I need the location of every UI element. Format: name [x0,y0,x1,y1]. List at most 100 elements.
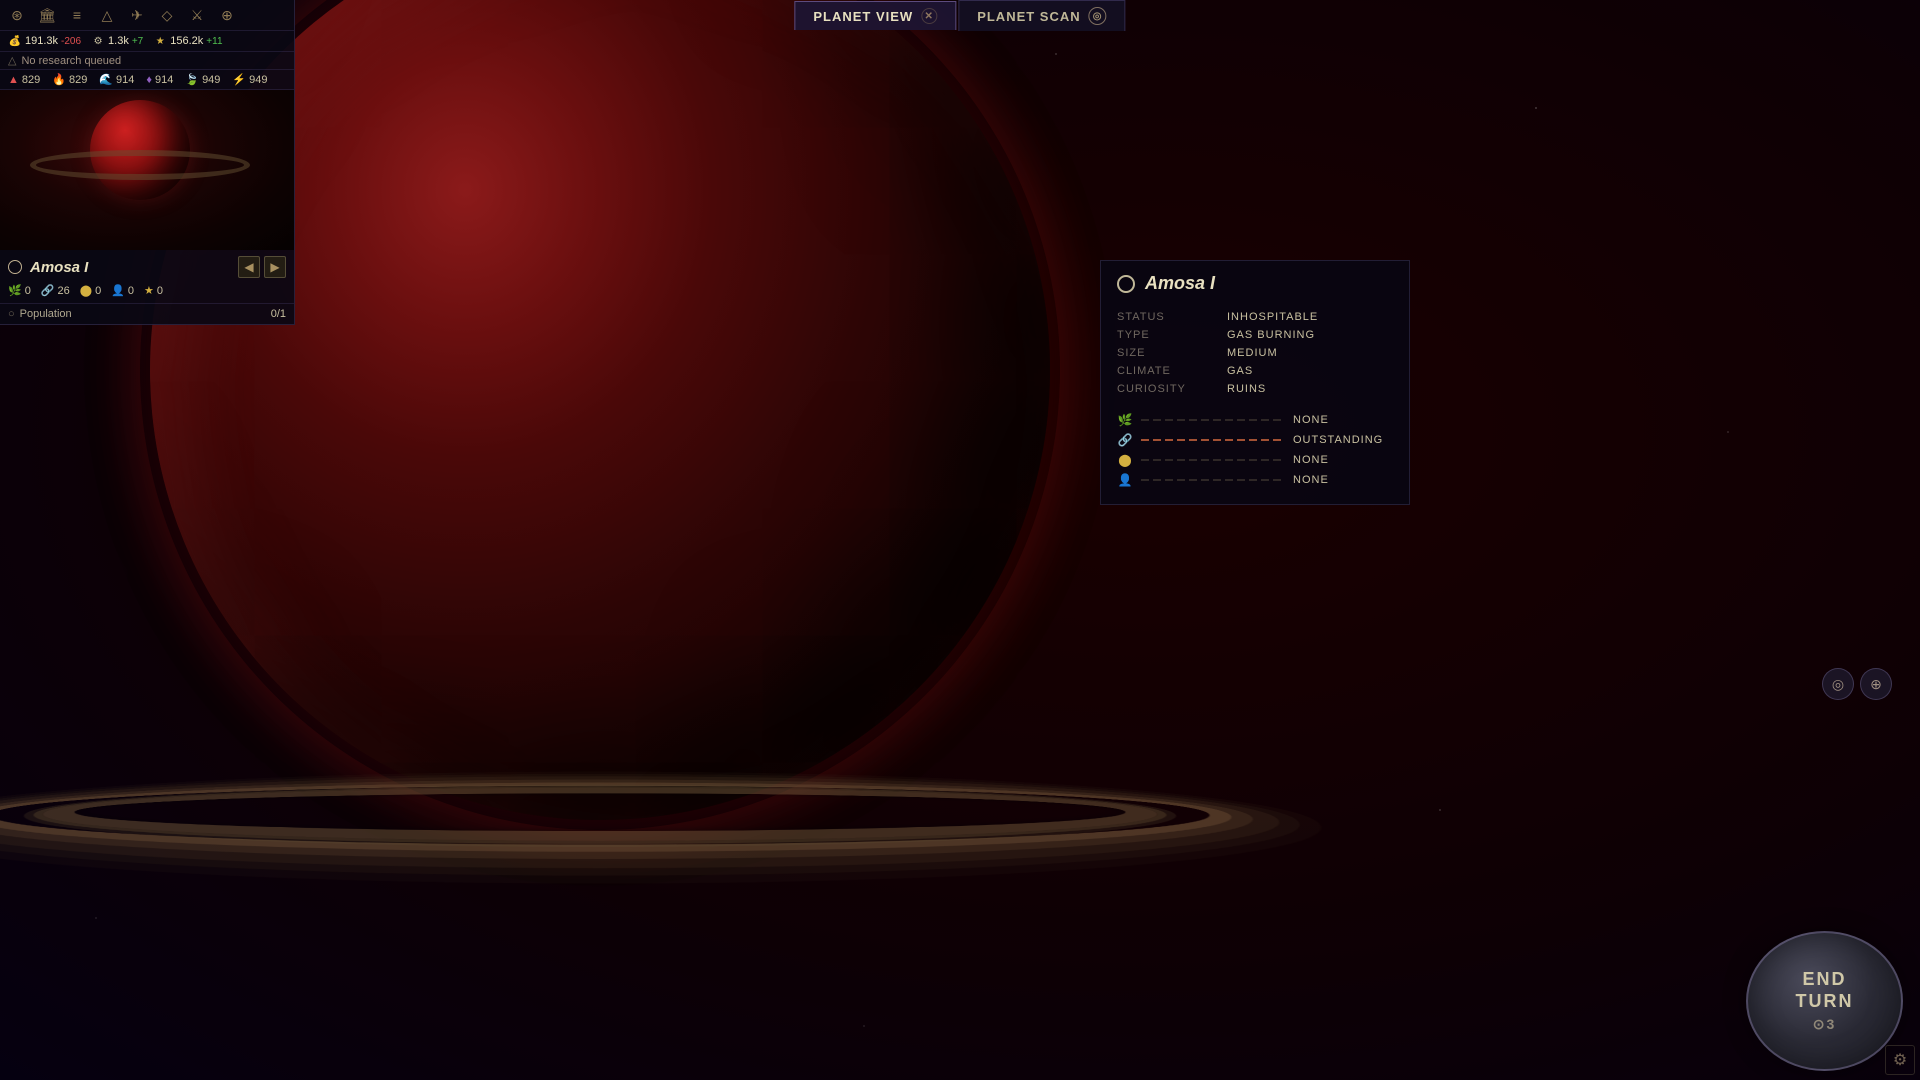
res-pop-dashes [1141,479,1285,481]
toolbar-icon-victory[interactable]: ◇ [156,4,178,26]
pstat-industry2: 🔗 26 [41,284,70,297]
stat-manpower: ▲ 829 [8,74,40,86]
credits-delta: -206 [61,36,81,47]
planet-name-row: Amosa I ◀ ▶ [8,256,286,278]
food-value: 829 [69,74,87,86]
manpower-icon: ▲ [8,74,19,86]
stat-water: 🌊 914 [99,73,134,86]
stat-food: 🔥 829 [52,73,87,86]
planet-nav-buttons: ◀ ▶ [238,256,286,278]
science-delta: +11 [206,36,222,47]
planet-next-button[interactable]: ▶ [264,256,286,278]
pstat-ind-icon: 🔗 [41,284,55,297]
water-icon: 🌊 [99,73,113,86]
res-gold-label: NONE [1293,454,1393,466]
detail-row-size: SIZE MEDIUM [1117,344,1393,362]
res-gold-bar [1141,456,1285,464]
planet-info: Amosa I ◀ ▶ 🌿 0 🔗 26 ⬤ 0 👤 0 [0,250,294,304]
planet-prev-button[interactable]: ◀ [238,256,260,278]
corner-settings-icon[interactable]: ⚙ [1885,1045,1915,1075]
tab-planet-scan-label: PLANET SCAN [977,9,1080,24]
pstat-gold: ⬤ 0 [80,284,101,297]
stat-energy: ⚡ 949 [232,73,267,86]
nature-value: 949 [202,74,220,86]
credits-icon: 💰 [8,34,22,48]
tab-planet-scan[interactable]: PLANET SCAN ◎ [958,0,1125,31]
industry-value: 1.3k [108,35,129,47]
detail-status-value: INHOSPITABLE [1227,308,1393,326]
toolbar-icon-ledger[interactable]: ≡ [66,4,88,26]
morale-value: 914 [155,74,173,86]
toolbar-icon-map[interactable]: ⊛ [6,4,28,26]
detail-planet-circle-icon [1117,275,1135,293]
pstat-star-icon: ★ [144,284,154,297]
toolbar-icon-research[interactable]: △ [96,4,118,26]
detail-stats-table: STATUS INHOSPITABLE TYPE GAS BURNING SIZ… [1117,308,1393,398]
pstat-pop-value: 0 [128,285,134,297]
res-industry-bar [1141,436,1285,444]
pstat-gold-value: 0 [95,285,101,297]
water-value: 914 [116,74,134,86]
detail-size-value: MEDIUM [1227,344,1393,362]
detail-row-curiosity: CURIOSITY RUINS [1117,380,1393,398]
end-turn-line2: TURN [1796,991,1854,1011]
compass-button[interactable]: ◎ [1822,668,1854,700]
science-value: 156.2k [170,35,203,47]
detail-size-label: SIZE [1117,344,1227,362]
industry-resource: ⚙ 1.3k +7 [91,34,143,48]
energy-value: 949 [249,74,267,86]
tab-scan-icon: ◎ [1089,7,1107,25]
planet-thumbnail [0,90,294,250]
res-pop-bar [1141,476,1285,484]
resource-pop-row: 👤 NONE [1117,472,1393,488]
detail-climate-value: GAS [1227,362,1393,380]
toolbar-icons: ⊛ 🏛 ≡ △ ✈ ◇ ⚔ ⊕ [0,0,294,31]
population-value: 0/1 [271,308,286,320]
tab-planet-view-close[interactable]: ✕ [921,8,937,24]
res-food-label: NONE [1293,414,1393,426]
toolbar-icon-ships[interactable]: ✈ [126,4,148,26]
detail-type-label: TYPE [1117,326,1227,344]
pstat-pop-icon: 👤 [111,284,125,297]
research-queued-text: No research queued [21,55,121,67]
pstat-ind-value: 26 [58,285,70,297]
thumb-planet-ring [30,150,250,180]
industry-delta: +7 [132,36,143,47]
pstat-food-value: 0 [25,285,31,297]
end-turn-text: END TURN [1796,969,1854,1012]
pstat-food: 🌿 0 [8,284,31,297]
mini-nav-buttons: ◎ ⊕ [1822,668,1892,700]
resource-gold-row: ⬤ NONE [1117,452,1393,468]
planet-detail-panel: Amosa I STATUS INHOSPITABLE TYPE GAS BUR… [1100,260,1410,505]
industry-icon: ⚙ [91,34,105,48]
end-turn-number: ⊙3 [1813,1016,1837,1033]
tab-planet-view[interactable]: PLANET VIEW ✕ [794,1,956,30]
resource-industry-row: 🔗 OUTSTANDING [1117,432,1393,448]
res-food-dashes [1141,419,1285,421]
population-row: ○ Population 0/1 [0,304,294,324]
population-icon: ○ [8,308,15,320]
credits-resource: 💰 191.3k -206 [8,34,81,48]
res-pop-label: NONE [1293,474,1393,486]
nature-icon: 🍃 [185,73,199,86]
tab-planet-view-label: PLANET VIEW [813,9,913,24]
pstat-gold-icon: ⬤ [80,284,92,297]
end-turn-button[interactable]: END TURN ⊙3 [1746,931,1903,1071]
planet-name: Amosa I [30,259,88,276]
food-icon: 🔥 [52,73,66,86]
end-turn-line1: END [1802,969,1846,989]
zoom-button[interactable]: ⊕ [1860,668,1892,700]
toolbar-icon-more[interactable]: ⊕ [216,4,238,26]
research-warning-icon: △ [8,54,16,67]
toolbar-icon-empire[interactable]: 🏛 [36,4,58,26]
stat-morale: ♦ 914 [146,74,173,86]
population-label: Population [20,308,72,320]
pstat-food-icon: 🌿 [8,284,22,297]
detail-type-value: GAS BURNING [1227,326,1393,344]
top-left-panel: ⊛ 🏛 ≡ △ ✈ ◇ ⚔ ⊕ 💰 191.3k -206 ⚙ 1.3k +7 … [0,0,295,325]
resource-bar: 💰 191.3k -206 ⚙ 1.3k +7 ★ 156.2k +11 [0,31,294,52]
toolbar-icon-military[interactable]: ⚔ [186,4,208,26]
detail-curiosity-value: RUINS [1227,380,1393,398]
detail-row-type: TYPE GAS BURNING [1117,326,1393,344]
res-food-icon: 🌿 [1117,412,1133,428]
